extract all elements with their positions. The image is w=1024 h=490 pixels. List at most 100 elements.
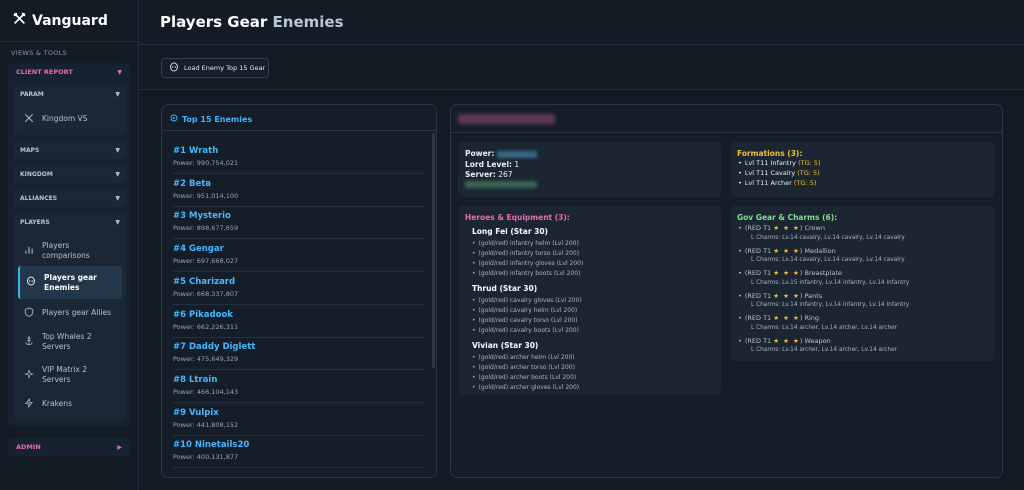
list-item-partial[interactable] bbox=[173, 472, 424, 478]
hero-name: Long Fei (Star 30) bbox=[472, 227, 548, 236]
load-button-label: Load Enemy Top 15 Gear bbox=[184, 64, 266, 72]
formations-title: Formations (3): bbox=[737, 149, 803, 158]
formation-text: Lvl T11 Cavalry bbox=[744, 169, 796, 177]
maps-toggle[interactable]: MAPS ▼ bbox=[14, 141, 126, 159]
crossed-swords-icon bbox=[13, 12, 26, 29]
gear-item: (gold/red) infantry gloves (Lvl 200) bbox=[472, 260, 584, 267]
sidebar-item-vip-matrix[interactable]: VIP Matrix 2 Servers bbox=[18, 363, 122, 387]
enemy-name: #1 Wrath bbox=[173, 146, 219, 156]
bar-chart-icon bbox=[24, 245, 34, 258]
gov-gear-charms: L Charms: Lv.14 archer, Lv.14 archer, Lv… bbox=[751, 347, 898, 353]
page-title: Players Gear Enemies bbox=[160, 13, 344, 31]
app-logo[interactable]: Vanguard bbox=[13, 12, 108, 29]
formation-item: Lvl T11 Cavalry (TG: 5) bbox=[738, 169, 820, 177]
sidebar-item-krakens[interactable]: Krakens bbox=[18, 397, 122, 410]
players-toggle[interactable]: PLAYERS ▼ bbox=[14, 213, 126, 231]
enemies-panel-divider bbox=[162, 130, 436, 131]
enemy-power: Power: 898,677,659 bbox=[173, 224, 239, 233]
sidebar-item-label: Servers bbox=[42, 342, 71, 351]
client-report-label: CLIENT REPORT bbox=[16, 68, 73, 76]
list-item[interactable]: #9 Vulpix Power: 441,808,152 bbox=[173, 408, 424, 436]
enemy-power: Power: 400,131,877 bbox=[173, 453, 239, 462]
client-report-toggle[interactable]: CLIENT REPORT ▼ bbox=[8, 63, 130, 81]
sidebar-item-players-gear-allies[interactable]: Players gear Allies bbox=[18, 306, 122, 320]
list-item[interactable]: #7 Daddy Diglett Power: 475,649,329 bbox=[173, 342, 424, 371]
chevron-down-icon: ▼ bbox=[115, 90, 120, 98]
sidebar-item-kingdom-vs[interactable]: Kingdom VS bbox=[18, 113, 122, 125]
hero-name: Thrud (Star 30) bbox=[472, 284, 538, 293]
list-item[interactable]: #4 Gengar Power: 697,668,027 bbox=[173, 244, 424, 273]
sidebar-item-players-gear-enemies[interactable]: Players gear Enemies bbox=[18, 266, 122, 299]
gov-gear-name: ) Crown bbox=[799, 224, 825, 232]
gov-gear-name: ) Weapon bbox=[799, 336, 831, 345]
gov-gear-prefix: (RED T1 bbox=[744, 291, 772, 300]
gov-gear-item: (RED T1 ★ ★ ★) Medallion bbox=[738, 247, 836, 255]
gear-item: (gold/red) cavalry gloves (Lvl 200) bbox=[472, 297, 582, 304]
gear-item: (gold/red) infantry torso (Lvl 200) bbox=[472, 250, 580, 257]
list-item[interactable]: #10 Ninetails20 Power: 400,131,877 bbox=[173, 440, 424, 469]
hero-name: Vivian (Star 30) bbox=[472, 341, 539, 350]
load-enemy-gear-button[interactable]: Load Enemy Top 15 Gear bbox=[161, 58, 269, 78]
enemy-name: #10 Ninetails20 bbox=[173, 440, 250, 451]
enemy-power: Power: 475,649,329 bbox=[173, 355, 239, 364]
gov-gear-item: (RED T1 ★ ★ ★) Weapon bbox=[738, 337, 831, 345]
enemy-name: #3 Mysterio bbox=[173, 211, 231, 222]
alliances-label: ALLIANCES bbox=[20, 194, 58, 202]
gov-gear-title: Gov Gear & Charms (6): bbox=[737, 213, 838, 222]
gear-item: (gold/red) infantry helm (Lvl 200) bbox=[472, 240, 579, 247]
shield-icon bbox=[24, 306, 34, 320]
gear-item: (gold/red) infantry boots (Lvl 200) bbox=[472, 270, 581, 277]
formation-text: Lvl T11 Infantry bbox=[744, 159, 796, 167]
chevron-down-icon: ▼ bbox=[115, 218, 120, 226]
sidebar-item-label: Players gear bbox=[44, 272, 97, 282]
alliance-redacted bbox=[465, 181, 537, 188]
gear-item: (gold/red) archer torso (Lvl 200) bbox=[472, 364, 575, 371]
server-value: 267 bbox=[498, 170, 513, 179]
formation-item: Lvl T11 Infantry (TG: 5) bbox=[738, 159, 821, 167]
formation-tg: (TG: 5) bbox=[797, 169, 820, 177]
chevron-down-icon: ▼ bbox=[117, 68, 122, 76]
chevron-down-icon: ▼ bbox=[115, 170, 120, 178]
enemy-name: #2 Beta bbox=[173, 178, 212, 189]
gov-gear-item: (RED T1 ★ ★ ★) Crown bbox=[738, 224, 825, 232]
list-item[interactable]: #3 Mysterio Power: 898,677,659 bbox=[173, 211, 424, 240]
gear-item: (gold/red) cavalry boots (Lvl 200) bbox=[472, 327, 579, 334]
gear-item: (gold/red) archer helm (Lvl 200) bbox=[472, 354, 575, 361]
admin-toggle[interactable]: ADMIN ▶ bbox=[8, 438, 130, 456]
list-item[interactable]: #5 Charizard Power: 668,337,807 bbox=[173, 277, 424, 305]
gov-gear-item: (RED T1 ★ ★ ★) Ring bbox=[738, 314, 819, 322]
list-item[interactable]: #6 Pikadook Power: 662,226,311 bbox=[173, 310, 424, 338]
formation-tg: (TG: 5) bbox=[793, 179, 817, 187]
formation-text: Lvl T11 Archer bbox=[744, 179, 792, 187]
list-item[interactable]: #8 Ltrain Power: 466,104,143 bbox=[173, 375, 424, 403]
gov-gear-charms: L Charms: Lv.14 cavalry, Lv.14 cavalry, … bbox=[751, 257, 905, 263]
sparkle-icon bbox=[24, 368, 34, 382]
list-item[interactable]: #2 Beta Power: 951,014,100 bbox=[173, 179, 424, 207]
enemy-power: Power: 668,337,807 bbox=[173, 289, 239, 298]
kingdom-toggle[interactable]: KINGDOM ▼ bbox=[14, 165, 126, 183]
alliances-toggle[interactable]: ALLIANCES ▼ bbox=[14, 189, 126, 207]
alien-head-icon bbox=[26, 276, 36, 289]
power-label: Power: bbox=[465, 149, 495, 158]
sidebar-divider bbox=[0, 41, 139, 42]
sidebar-item-label: Enemies bbox=[44, 282, 80, 292]
enemy-power: Power: 697,668,027 bbox=[173, 257, 239, 266]
sidebar-item-players-comparisons[interactable]: Players comparisons bbox=[18, 239, 122, 263]
target-icon bbox=[170, 114, 178, 124]
star-rating-icon: ★ ★ ★ bbox=[773, 291, 800, 300]
action-bar bbox=[139, 46, 1024, 90]
chevron-down-icon: ▼ bbox=[115, 146, 120, 154]
sidebar-item-top-whales[interactable]: Top Whales 2 Servers bbox=[18, 330, 122, 354]
list-item[interactable]: #1 Wrath Power: 990,754,021 bbox=[173, 146, 424, 174]
param-toggle[interactable]: PARAM ▼ bbox=[14, 85, 126, 103]
enemy-list-scrollbar[interactable] bbox=[432, 133, 435, 368]
sidebar-item-label: comparisons bbox=[42, 251, 90, 260]
gov-gear-prefix: (RED T1 bbox=[744, 246, 772, 255]
chevron-down-icon: ▼ bbox=[115, 194, 120, 202]
star-rating-icon: ★ ★ ★ bbox=[773, 269, 800, 277]
gear-item: (gold/red) cavalry torso (Lvl 200) bbox=[472, 317, 578, 324]
gear-item: (gold/red) cavalry helm (Lvl 200) bbox=[472, 307, 578, 314]
enemy-name-redacted bbox=[458, 114, 555, 124]
sidebar-item-label: Kingdom VS bbox=[42, 114, 88, 123]
gov-gear-prefix: (RED T1 bbox=[744, 314, 772, 322]
